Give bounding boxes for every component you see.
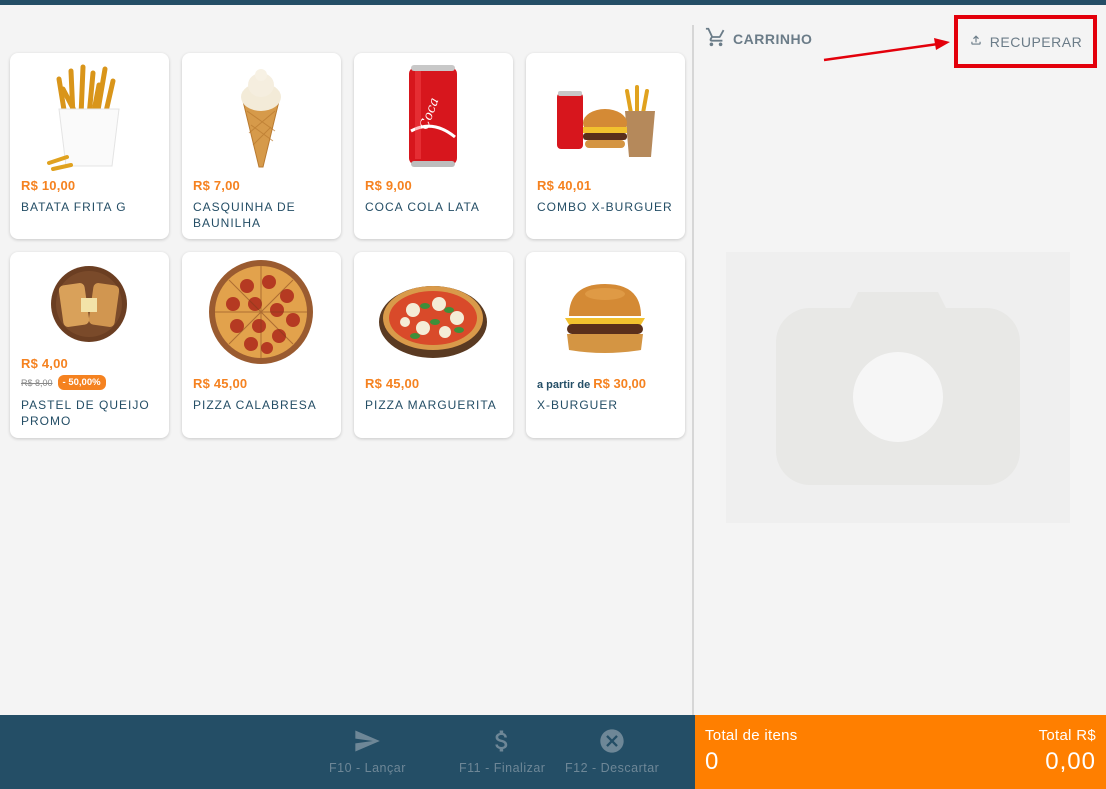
product-price-row: a partir de R$ 30,00 [537,376,646,391]
send-icon [355,730,381,752]
total-items-label: Total de itens [705,727,798,744]
product-card-casquinha[interactable]: R$ 7,00 CASQUINHA DE BAUNILHA [182,53,341,239]
product-name: COCA COLA LATA [365,200,480,214]
product-grid: R$ 10,00 BATATA FRITA G R$ 7,00 CASQUINH… [10,53,685,438]
camera-icon [776,292,1020,485]
upload-icon [969,33,983,50]
product-price: R$ 45,00 [193,376,248,391]
product-price: R$ 10,00 [21,178,76,193]
total-items-value: 0 [705,748,720,775]
product-name: CASQUINHA DE BAUNILHA [193,200,296,230]
product-card-pizza-marguerita[interactable]: R$ 45,00 PIZZA MARGUERITA [354,252,513,438]
product-name: BATATA FRITA G [21,200,127,214]
product-card-batata-frita[interactable]: R$ 10,00 BATATA FRITA G [10,53,169,239]
ice-cream-cone-image [207,61,315,171]
product-name: PIZZA CALABRESA [193,398,317,412]
discard-button[interactable]: F12 - Descartar [565,727,659,775]
product-card-combo-x-burguer[interactable]: R$ 40,01 COMBO X-BURGUER [526,53,685,239]
dollar-icon [495,730,508,752]
panel-divider [692,25,694,715]
cart-title: CARRINHO [733,30,813,47]
fries-image [35,61,143,171]
product-name: X-BURGUER [537,398,619,412]
recover-label: RECUPERAR [989,33,1083,50]
pizza-calabresa-image [207,260,315,370]
old-price: R$ 8,00 [21,377,53,388]
product-name: PIZZA MARGUERITA [365,398,497,412]
action-bar: F10 - Lançar F11 - Finalizar F12 - Desca… [0,715,695,789]
product-price: R$ 30,00 [593,376,647,391]
launch-button[interactable]: F10 - Lançar [329,727,406,775]
product-card-x-burguer[interactable]: a partir de R$ 30,00 X-BURGUER [526,252,685,438]
pastel-image [35,258,143,350]
product-card-pastel-de-queijo[interactable]: R$ 4,00 R$ 8,00 - 50,00% PASTEL DE QUEIJ… [10,252,169,438]
soda-can-image: Coca [379,61,487,171]
finish-label: F11 - Finalizar [459,761,546,775]
product-price: R$ 40,01 [537,178,592,193]
product-price: R$ 45,00 [365,376,420,391]
discard-label: F12 - Descartar [565,761,660,775]
product-card-pizza-calabresa[interactable]: R$ 45,00 PIZZA CALABRESA [182,252,341,438]
cart-header: CARRINHO [705,26,812,51]
product-name: COMBO X-BURGUER [537,200,673,214]
empty-cart-placeholder [726,252,1070,523]
old-price-row: R$ 8,00 - 50,00% [21,375,106,390]
product-price: R$ 7,00 [193,178,240,193]
finish-button[interactable]: F11 - Finalizar [459,727,545,775]
cheeseburger-image [551,260,659,370]
product-name: PASTEL DE QUEIJO PROMO [21,398,150,428]
cancel-icon [600,729,624,753]
top-bar [0,0,1106,5]
discount-badge: - 50,00% [57,375,106,390]
annotation-arrow-icon [823,38,950,62]
product-price: R$ 9,00 [365,178,412,193]
total-amount-label: Total R$ [1038,727,1096,744]
totals-panel: Total de itens 0 Total R$ 0,00 [695,715,1106,789]
product-price: R$ 4,00 [21,356,68,371]
pizza-margherita-image [379,260,487,370]
launch-label: F10 - Lançar [329,761,406,775]
total-amount-value: 0,00 [1045,748,1096,775]
cart-icon [705,26,727,51]
product-card-coca-cola[interactable]: Coca R$ 9,00 COCA COLA LATA [354,53,513,239]
burger-combo-image [551,61,659,171]
recover-button[interactable]: RECUPERAR [954,15,1097,68]
price-prefix: a partir de [537,379,591,391]
